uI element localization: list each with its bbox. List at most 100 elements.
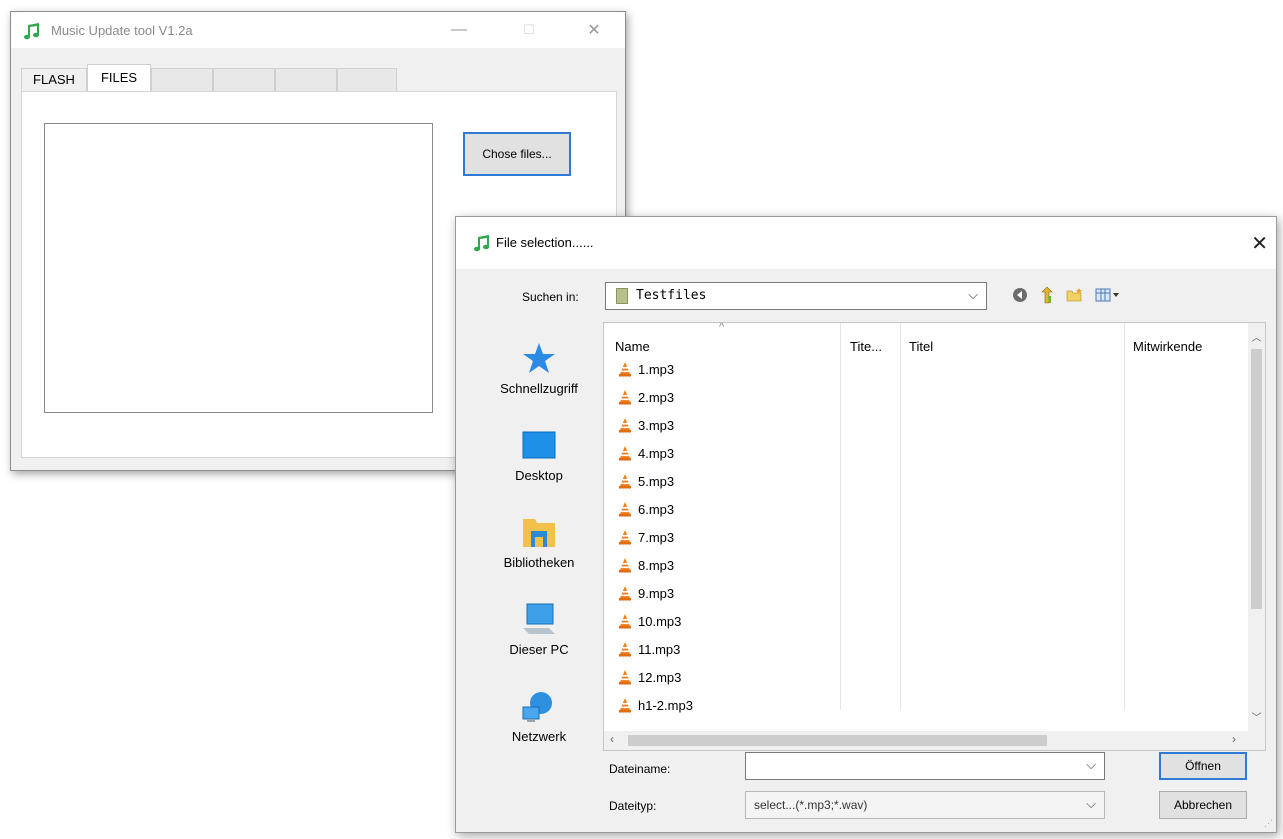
computer-icon bbox=[523, 603, 555, 634]
close-icon: ✕ bbox=[587, 22, 601, 39]
vlc-file-icon bbox=[619, 474, 631, 489]
file-row[interactable]: 12.mp3 bbox=[618, 663, 681, 691]
filename-input[interactable]: ⌵ bbox=[745, 752, 1105, 780]
sort-ascending-icon: ^ bbox=[719, 322, 725, 333]
place-desktop[interactable]: Desktop bbox=[475, 428, 603, 483]
file-name: 7.mp3 bbox=[638, 529, 675, 545]
file-list-view[interactable]: ^ Name Tite... Titel Mitwirkende 1.mp3 2.… bbox=[603, 322, 1266, 751]
up-folder-icon[interactable] bbox=[1037, 285, 1057, 305]
place-label: Bibliotheken bbox=[503, 555, 575, 570]
vlc-file-icon bbox=[619, 614, 631, 629]
place-label: Netzwerk bbox=[511, 729, 567, 744]
column-divider[interactable] bbox=[900, 323, 901, 710]
column-divider[interactable] bbox=[840, 323, 841, 710]
music-note-icon bbox=[474, 235, 489, 252]
scroll-right-icon[interactable]: › bbox=[1232, 732, 1236, 746]
filetype-value: select...(*.mp3;*.wav) bbox=[754, 798, 868, 812]
dialog-close-button[interactable]: ✕ bbox=[1251, 231, 1268, 256]
column-divider[interactable] bbox=[1124, 323, 1125, 710]
star-icon bbox=[523, 343, 555, 373]
file-row[interactable]: 2.mp3 bbox=[618, 383, 674, 411]
filename-label: Dateiname: bbox=[609, 762, 671, 776]
new-folder-icon[interactable] bbox=[1065, 285, 1085, 305]
scroll-up-icon[interactable]: ︿ bbox=[1248, 329, 1265, 344]
column-header-tite[interactable]: Tite... bbox=[850, 339, 882, 354]
horizontal-scrollbar[interactable]: ‹ › bbox=[604, 731, 1265, 750]
resize-grip-icon[interactable]: ⋰ bbox=[1264, 818, 1273, 829]
vertical-scroll-thumb[interactable] bbox=[1251, 349, 1262, 609]
chevron-down-icon[interactable]: ⌵ bbox=[1086, 757, 1096, 773]
place-schnellzugriff[interactable]: Schnellzugriff bbox=[475, 341, 603, 396]
vlc-file-icon bbox=[619, 586, 631, 601]
cancel-button[interactable]: Abbrechen bbox=[1159, 791, 1247, 819]
tab-empty-2[interactable] bbox=[213, 68, 275, 92]
file-name: 11.mp3 bbox=[638, 641, 681, 657]
file-row[interactable]: 7.mp3 bbox=[618, 523, 674, 551]
vlc-file-icon bbox=[619, 418, 631, 433]
place-label: Dieser PC bbox=[509, 642, 569, 657]
file-row[interactable]: 6.mp3 bbox=[618, 495, 674, 523]
look-in-value: Testfiles bbox=[636, 288, 707, 303]
maximize-icon: ☐ bbox=[523, 22, 535, 37]
tab-empty-4[interactable] bbox=[337, 68, 397, 92]
place-dieser-pc[interactable]: Dieser PC bbox=[475, 602, 603, 657]
open-button[interactable]: Öffnen bbox=[1159, 752, 1247, 780]
chose-files-button[interactable]: Chose files... bbox=[463, 132, 571, 176]
minimize-button[interactable]: — bbox=[436, 12, 482, 48]
file-row[interactable]: 9.mp3 bbox=[618, 579, 674, 607]
column-header-titel[interactable]: Titel bbox=[909, 339, 933, 354]
place-label: Desktop bbox=[515, 468, 563, 483]
libraries-icon bbox=[523, 519, 555, 547]
file-name: 3.mp3 bbox=[638, 417, 675, 433]
filetype-select[interactable]: select...(*.mp3;*.wav) ⌵ bbox=[745, 791, 1105, 819]
close-button[interactable]: ✕ bbox=[571, 12, 617, 48]
file-row[interactable]: 1.mp3 bbox=[618, 355, 674, 383]
minimize-icon: — bbox=[451, 21, 467, 38]
tab-empty-1[interactable] bbox=[151, 68, 213, 92]
file-row[interactable]: 5.mp3 bbox=[618, 467, 674, 495]
file-name: 4.mp3 bbox=[638, 445, 675, 461]
file-name: 10.mp3 bbox=[638, 613, 682, 629]
view-menu-icon[interactable] bbox=[1093, 285, 1123, 305]
place-netzwerk[interactable]: Netzwerk bbox=[475, 689, 603, 744]
tab-empty-3[interactable] bbox=[275, 68, 337, 92]
file-row[interactable]: 3.mp3 bbox=[618, 411, 674, 439]
tab-files[interactable]: FILES bbox=[87, 64, 151, 92]
vlc-file-icon bbox=[619, 362, 631, 377]
vlc-file-icon bbox=[619, 558, 631, 573]
file-row[interactable]: 10.mp3 bbox=[618, 607, 681, 635]
tab-flash-label: FLASH bbox=[33, 72, 75, 87]
file-name: 8.mp3 bbox=[638, 557, 675, 573]
look-in-combo[interactable]: Testfiles ⌵ bbox=[605, 282, 987, 310]
back-icon[interactable] bbox=[1010, 285, 1030, 305]
main-window-title: Music Update tool V1.2a bbox=[51, 23, 193, 38]
column-header-mitwirkende[interactable]: Mitwirkende bbox=[1133, 339, 1202, 354]
vlc-file-icon bbox=[619, 390, 631, 405]
file-row[interactable]: 8.mp3 bbox=[618, 551, 674, 579]
file-row[interactable]: 11.mp3 bbox=[618, 635, 680, 663]
folder-icon bbox=[616, 288, 628, 304]
dialog-title: File selection...... bbox=[496, 235, 594, 250]
horizontal-scroll-thumb[interactable] bbox=[628, 735, 1047, 746]
vertical-scrollbar[interactable]: ︿ ﹀ bbox=[1248, 323, 1265, 733]
maximize-button[interactable]: ☐ bbox=[506, 12, 552, 48]
file-row[interactable]: 4.mp3 bbox=[618, 439, 674, 467]
main-titlebar[interactable]: Music Update tool V1.2a — ☐ ✕ bbox=[11, 12, 625, 48]
tab-flash[interactable]: FLASH bbox=[21, 68, 87, 92]
file-row[interactable]: h1-2.mp3 bbox=[618, 691, 693, 719]
place-label: Schnellzugriff bbox=[500, 381, 578, 396]
column-header-name[interactable]: Name bbox=[615, 339, 650, 354]
scroll-left-icon[interactable]: ‹ bbox=[610, 732, 614, 746]
file-selection-dialog: File selection...... ✕ Suchen in: Testfi… bbox=[455, 216, 1277, 833]
file-name: 2.mp3 bbox=[638, 389, 675, 405]
chose-files-label: Chose files... bbox=[482, 147, 552, 161]
selected-files-list[interactable] bbox=[44, 123, 433, 413]
file-name: 12.mp3 bbox=[638, 669, 682, 685]
chevron-down-icon[interactable]: ⌵ bbox=[1086, 796, 1096, 812]
place-bibliotheken[interactable]: Bibliotheken bbox=[475, 515, 603, 570]
dialog-titlebar[interactable]: File selection...... ✕ bbox=[456, 217, 1276, 269]
file-name: h1-2.mp3 bbox=[638, 697, 693, 713]
tab-strip: FLASH FILES bbox=[21, 64, 621, 92]
scroll-down-icon[interactable]: ﹀ bbox=[1248, 709, 1265, 724]
desktop-icon bbox=[522, 431, 556, 459]
